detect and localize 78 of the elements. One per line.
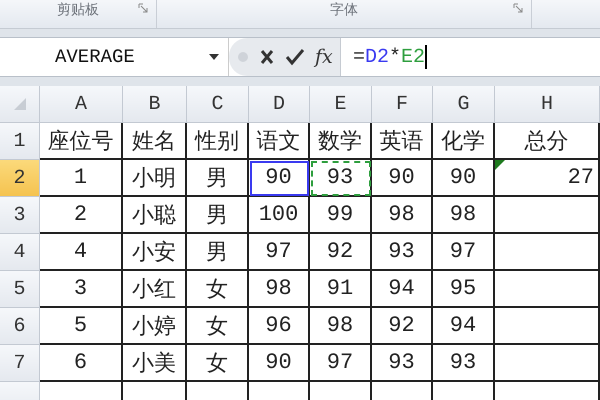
dropdown-caret-icon[interactable] bbox=[208, 53, 220, 61]
row-header[interactable]: 7 bbox=[0, 345, 40, 382]
group-label: 字体 bbox=[330, 2, 358, 18]
table-cell: 小婷 bbox=[123, 308, 187, 345]
row-header[interactable]: 6 bbox=[0, 308, 40, 345]
table-cell: 2 bbox=[40, 197, 123, 234]
table-cell: 姓名 bbox=[123, 123, 187, 160]
table-cell: 小聪 bbox=[123, 197, 187, 234]
insert-function-button[interactable]: fx bbox=[315, 46, 333, 68]
table-cell: 90 bbox=[249, 160, 310, 197]
table-cell: 1 bbox=[40, 160, 123, 197]
table-cell: 女 bbox=[187, 308, 249, 345]
table-cell: 97 bbox=[433, 234, 495, 271]
table-cell: 语文 bbox=[249, 123, 310, 160]
table-cell: 小红 bbox=[123, 271, 187, 308]
table-cell: 97 bbox=[310, 345, 372, 382]
column-header[interactable]: G bbox=[433, 86, 495, 123]
table-cell: 94 bbox=[372, 271, 433, 308]
table-cell: 90 bbox=[372, 160, 433, 197]
table-cell: 小美 bbox=[123, 345, 187, 382]
column-header[interactable]: D bbox=[249, 86, 310, 123]
table-cell: 英语 bbox=[372, 123, 433, 160]
column-header[interactable]: B bbox=[123, 86, 187, 123]
table-cell: 27 bbox=[495, 160, 600, 197]
row-header[interactable]: 4 bbox=[0, 234, 40, 271]
table-cell: 4 bbox=[40, 234, 123, 271]
table-cell: 男 bbox=[187, 197, 249, 234]
table-cell: 3 bbox=[40, 271, 123, 308]
table-cell: 98 bbox=[310, 308, 372, 345]
table-cell: 97 bbox=[249, 234, 310, 271]
grip-icon bbox=[237, 51, 249, 63]
table-cell: 98 bbox=[249, 271, 310, 308]
table-cell: 93 bbox=[372, 345, 433, 382]
table-cell: 小明 bbox=[123, 160, 187, 197]
dialog-launcher-icon[interactable] bbox=[513, 3, 523, 13]
table-cell: 座位号 bbox=[40, 123, 123, 160]
table-cell: 92 bbox=[372, 308, 433, 345]
cancel-icon[interactable] bbox=[259, 48, 275, 66]
table-cell: 91 bbox=[310, 271, 372, 308]
table-cell: 100 bbox=[249, 197, 310, 234]
table-cell: 95 bbox=[433, 271, 495, 308]
table-cell: 93 bbox=[310, 160, 372, 197]
enter-icon[interactable] bbox=[285, 48, 305, 66]
name-box[interactable]: AVERAGE bbox=[0, 38, 229, 76]
table-cell: 女 bbox=[187, 271, 249, 308]
table-cell: 92 bbox=[310, 234, 372, 271]
table-cell: 98 bbox=[433, 197, 495, 234]
corner-triangle-icon bbox=[12, 97, 26, 111]
table-cell: 90 bbox=[433, 160, 495, 197]
dialog-launcher-icon[interactable] bbox=[138, 3, 148, 13]
row-header[interactable]: 5 bbox=[0, 271, 40, 308]
table-cell: 98 bbox=[372, 197, 433, 234]
table-cell: 化学 bbox=[433, 123, 495, 160]
table-cell: 93 bbox=[433, 345, 495, 382]
table-cell: 男 bbox=[187, 234, 249, 271]
table-cell: 5 bbox=[40, 308, 123, 345]
column-header[interactable]: F bbox=[372, 86, 433, 123]
formula-field[interactable]: =D2*E2 bbox=[341, 38, 600, 76]
table-cell: 小安 bbox=[123, 234, 187, 271]
table-cell: 99 bbox=[310, 197, 372, 234]
table-cell: 94 bbox=[433, 308, 495, 345]
table-cell: 90 bbox=[249, 345, 310, 382]
group-label: 剪贴板 bbox=[57, 2, 99, 18]
table-cell: 93 bbox=[372, 234, 433, 271]
column-header[interactable]: C bbox=[187, 86, 249, 123]
column-header[interactable]: E bbox=[310, 86, 372, 123]
table-cell: 女 bbox=[187, 345, 249, 382]
table-cell: 男 bbox=[187, 160, 249, 197]
table-cell: 数学 bbox=[310, 123, 372, 160]
row-header[interactable]: 1 bbox=[0, 123, 40, 160]
table-cell: 总分 bbox=[495, 123, 600, 160]
table-cell: 96 bbox=[249, 308, 310, 345]
column-header[interactable]: A bbox=[40, 86, 123, 123]
table-cell: 6 bbox=[40, 345, 123, 382]
row-header[interactable]: 3 bbox=[0, 197, 40, 234]
table-cell: 性别 bbox=[187, 123, 249, 160]
row-header[interactable]: 2 bbox=[0, 160, 40, 197]
column-header[interactable]: H bbox=[495, 86, 600, 123]
